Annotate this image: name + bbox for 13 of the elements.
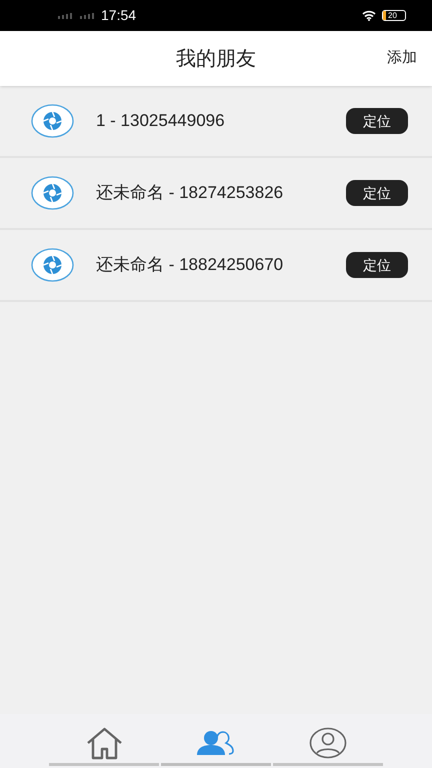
locate-button[interactable]: 定位 xyxy=(346,180,408,206)
friend-row[interactable]: 还未命名 - 18274253826 定位 xyxy=(0,158,432,230)
battery-icon: 20 xyxy=(382,10,406,21)
friend-label: 还未命名 - 18274253826 xyxy=(96,182,284,204)
clock-time: 17:54 xyxy=(101,6,136,25)
add-button[interactable]: 添加 xyxy=(387,47,417,70)
page-title: 我的朋友 xyxy=(176,46,256,72)
locate-button[interactable]: 定位 xyxy=(346,108,408,134)
friend-row[interactable]: 还未命名 - 18824250670 定位 xyxy=(0,230,432,302)
locate-button[interactable]: 定位 xyxy=(346,252,408,278)
friend-label: 还未命名 - 18824250670 xyxy=(96,254,284,276)
friend-row[interactable]: 1 - 13025449096 定位 xyxy=(0,86,432,158)
friend-label: 1 - 13025449096 xyxy=(96,110,226,132)
